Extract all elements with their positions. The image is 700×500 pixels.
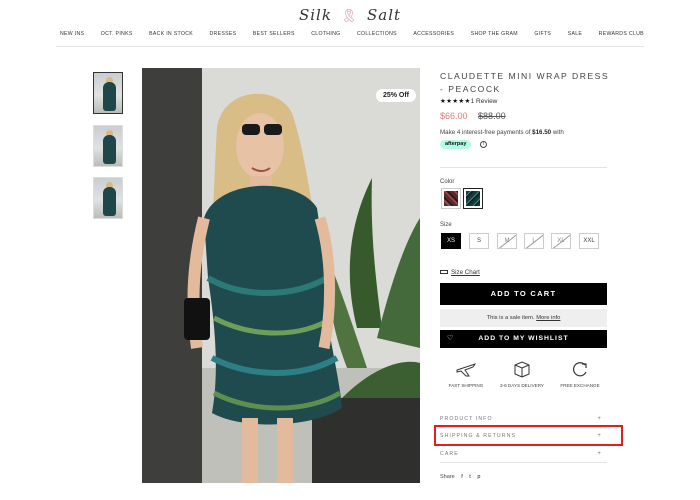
- sale-price: $66.00: [440, 111, 468, 121]
- thumbnail-2[interactable]: [93, 125, 123, 167]
- site-logo[interactable]: Silk 🎗 Salt: [0, 6, 700, 24]
- main-product-image[interactable]: 25% Off: [142, 68, 420, 483]
- logo-word-left: Silk: [298, 6, 332, 24]
- size-option-l[interactable]: L: [524, 233, 544, 249]
- more-info-link[interactable]: More info: [536, 315, 560, 321]
- size-label: Size: [440, 222, 452, 228]
- color-swatch-peacock[interactable]: [463, 188, 483, 209]
- nav-item-new-ins[interactable]: NEW INS: [60, 31, 84, 37]
- rating-stars-icon: ★★★★★: [440, 98, 471, 105]
- accordion-label: CARE: [440, 451, 459, 457]
- accordion-label: PRODUCT INFO: [440, 416, 493, 422]
- afterpay-logo: afterpay: [440, 140, 472, 149]
- accordion-product-info[interactable]: PRODUCT INFO +: [440, 412, 607, 426]
- color-swatch-red[interactable]: [441, 188, 461, 209]
- wishlist-label: ADD TO MY WISHLIST: [478, 335, 569, 342]
- nav-item-dresses[interactable]: DRESSES: [210, 31, 237, 37]
- nav-divider: [56, 46, 644, 47]
- sale-notice: This is a sale item. More info: [440, 309, 607, 327]
- feature-label: FAST SHIPPING: [448, 383, 484, 388]
- add-to-wishlist-button[interactable]: ♡ ADD TO MY WISHLIST: [440, 330, 607, 348]
- divider: [440, 167, 607, 168]
- afterpay-prefix: Make 4 interest-free payments of: [440, 129, 533, 136]
- main-nav: NEW INS OCT. PINKS BACK IN STOCK DRESSES…: [60, 31, 644, 37]
- nav-item-collections[interactable]: COLLECTIONS: [357, 31, 397, 37]
- size-option-s[interactable]: S: [469, 233, 489, 249]
- size-option-xl[interactable]: XL: [551, 233, 571, 249]
- feature-free-exchange: FREE EXCHANGE: [552, 360, 608, 388]
- afterpay-suffix: with: [551, 129, 564, 136]
- nav-item-clothing[interactable]: CLOTHING: [311, 31, 340, 37]
- airplane-icon: [456, 363, 477, 377]
- nav-item-back-in-stock[interactable]: BACK IN STOCK: [149, 31, 193, 37]
- share-bar: Share f t p: [440, 474, 480, 480]
- original-price: $88.00: [478, 111, 506, 121]
- review-count-link[interactable]: 1 Review: [471, 98, 498, 105]
- twitter-icon[interactable]: t: [469, 474, 471, 480]
- feature-label: FREE EXCHANGE: [560, 383, 600, 388]
- facebook-icon[interactable]: f: [461, 474, 463, 480]
- product-photo: [142, 68, 420, 483]
- size-option-xs[interactable]: XS: [441, 233, 461, 249]
- box-icon: [514, 361, 530, 378]
- size-chart-link[interactable]: Size Chart: [440, 269, 480, 276]
- refresh-icon: [573, 362, 587, 377]
- pinterest-icon[interactable]: p: [477, 474, 480, 480]
- nav-item-rewards-club[interactable]: REWARDS CLUB: [599, 31, 644, 37]
- rating: ★★★★★1 Review: [440, 97, 497, 105]
- afterpay-installment: $16.50: [532, 129, 552, 136]
- size-chart-label: Size Chart: [451, 269, 480, 276]
- price: $66.00 $88.00: [440, 111, 506, 121]
- divider: [440, 462, 607, 463]
- ribbon-icon: 🎗: [340, 9, 359, 24]
- product-title: CLAUDETTE MINI WRAP DRESS - PEACOCK: [440, 71, 610, 94]
- nav-item-sale[interactable]: SALE: [568, 31, 582, 37]
- heart-icon: ♡: [447, 335, 455, 342]
- nav-item-shop-the-gram[interactable]: SHOP THE GRAM: [471, 31, 518, 37]
- logo-word-right: Salt: [367, 6, 402, 24]
- info-icon[interactable]: i: [480, 141, 487, 148]
- feature-label: 3-6 DAYS DELIVERY: [500, 383, 544, 388]
- plus-icon: +: [597, 451, 602, 457]
- accordion-care[interactable]: CARE +: [440, 447, 607, 461]
- size-option-xxl[interactable]: XXL: [579, 233, 599, 249]
- feature-delivery: 3-6 DAYS DELIVERY: [494, 360, 550, 388]
- nav-item-best-sellers[interactable]: BEST SELLERS: [253, 31, 295, 37]
- thumbnail-1[interactable]: [93, 72, 123, 114]
- color-label: Color: [440, 179, 455, 185]
- size-option-m[interactable]: M: [497, 233, 517, 249]
- highlight-box: [434, 425, 623, 446]
- thumbnail-3[interactable]: [93, 177, 123, 219]
- discount-badge: 25% Off: [375, 89, 416, 102]
- nav-item-gifts[interactable]: GIFTS: [534, 31, 551, 37]
- nav-item-oct-pinks[interactable]: OCT. PINKS: [101, 31, 133, 37]
- plus-icon: +: [597, 416, 602, 422]
- add-to-cart-button[interactable]: ADD TO CART: [440, 283, 607, 305]
- afterpay-message: Make 4 interest-free payments of $16.50 …: [440, 129, 564, 136]
- feature-fast-shipping: FAST SHIPPING: [438, 360, 494, 388]
- nav-item-accessories[interactable]: ACCESSORIES: [413, 31, 454, 37]
- ruler-icon: [440, 270, 448, 275]
- share-label: Share: [440, 474, 455, 480]
- sale-notice-text: This is a sale item.: [486, 315, 535, 321]
